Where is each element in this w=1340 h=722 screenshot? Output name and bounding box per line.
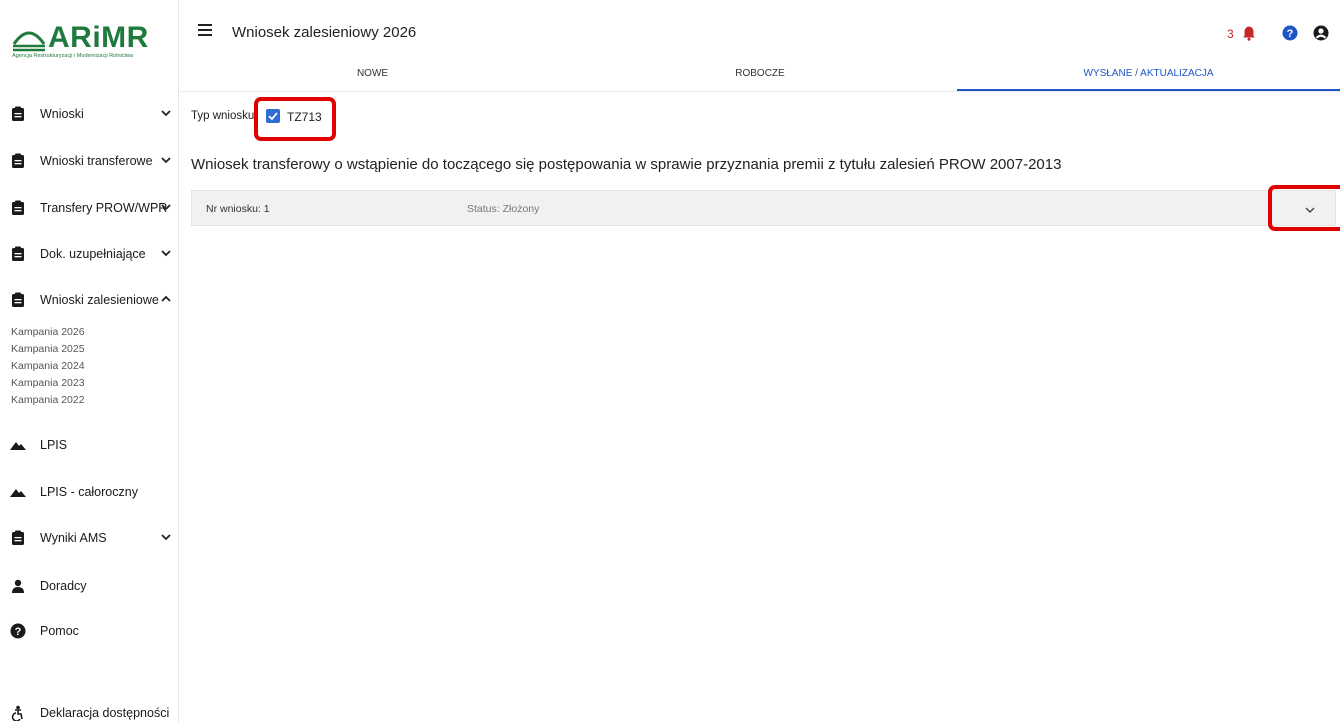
sidebar-subitem-kampania-2025[interactable]: Kampania 2025 (11, 343, 85, 355)
chevron-down-icon (161, 110, 171, 117)
sidebar-item-pomoc[interactable]: ? Pomoc (0, 620, 179, 642)
svg-text:?: ? (15, 626, 22, 638)
sidebar-item-label: Transfery PROW/WPR (40, 201, 168, 215)
clipboard-icon (12, 530, 24, 545)
sidebar-subitem-kampania-2024[interactable]: Kampania 2024 (11, 360, 85, 372)
menu-toggle-button[interactable] (198, 24, 212, 36)
sidebar-item-label: Wnioski zalesieniowe (40, 293, 159, 307)
accessibility-icon (11, 705, 23, 721)
mountain-icon (10, 489, 26, 497)
sidebar-item-label: Deklaracja dostępności (40, 706, 170, 720)
sidebar-item-label: Dok. uzupełniające (40, 247, 146, 261)
sidebar-item-label: Pomoc (40, 624, 79, 638)
highlight-box-expand (1268, 185, 1340, 231)
notification-count: 3 (1227, 27, 1234, 41)
chevron-down-icon (161, 250, 171, 257)
sidebar-item-dok-uzupelniajace[interactable]: Dok. uzupełniające (0, 243, 179, 265)
sidebar-item-label: Doradcy (40, 579, 87, 593)
logo-subtitle: Agencja Restrukturyzacji i Modernizacji … (12, 53, 134, 59)
tab-nowe[interactable]: NOWE (180, 68, 565, 79)
tab-wyslane-aktualizacja[interactable]: WYSŁANE / AKTUALIZACJA (957, 68, 1340, 79)
sidebar-subitem-kampania-2026[interactable]: Kampania 2026 (11, 326, 85, 338)
svg-text:?: ? (1287, 28, 1294, 40)
sidebar-item-wnioski-transferowe[interactable]: Wnioski transferowe (0, 150, 179, 172)
filter-label: Typ wniosku (191, 110, 255, 122)
sidebar: ARiMR Agencja Restrukturyzacji i Moderni… (0, 0, 179, 722)
chevron-down-icon (161, 157, 171, 164)
sidebar-item-label: Wnioski transferowe (40, 154, 153, 168)
sidebar-item-wnioski[interactable]: Wnioski (0, 103, 179, 125)
clipboard-icon (12, 246, 24, 261)
chevron-down-icon (161, 204, 171, 211)
chevron-down-icon (161, 534, 171, 541)
clipboard-icon (12, 153, 24, 168)
highlight-box-checkbox (254, 97, 336, 141)
account-icon[interactable] (1313, 25, 1329, 41)
sidebar-item-label: LPIS - całoroczny (40, 485, 138, 499)
sidebar-item-label: Wyniki AMS (40, 531, 107, 545)
person-icon (12, 579, 24, 593)
chevron-up-icon (161, 295, 171, 302)
logo-emblem-icon (12, 31, 46, 52)
sidebar-item-lpis-caloroczny[interactable]: LPIS - całoroczny (0, 481, 179, 503)
sidebar-item-label: LPIS (40, 438, 68, 452)
arimr-logo[interactable]: ARiMR Agencja Restrukturyzacji i Moderni… (12, 22, 172, 62)
application-status: Status: Złożony (467, 203, 540, 215)
tab-bar: NOWE ROBOCZE WYSŁANE / AKTUALIZACJA (180, 64, 1340, 92)
application-panel[interactable]: Nr wniosku: 1 Status: Złożony (191, 190, 1336, 226)
section-title: Wniosek transferowy o wstąpienie do tocz… (191, 156, 1062, 173)
help-circle-icon[interactable]: ? (1282, 25, 1298, 41)
mountain-icon (10, 442, 26, 450)
page-title: Wniosek zalesieniowy 2026 (232, 24, 417, 41)
sidebar-item-transfery-prow[interactable]: Transfery PROW/WPR (0, 197, 179, 219)
sidebar-item-wnioski-zalesieniowe[interactable]: Wnioski zalesieniowe (0, 289, 179, 311)
sidebar-item-label: Wnioski (40, 107, 84, 121)
sidebar-subitem-kampania-2022[interactable]: Kampania 2022 (11, 394, 85, 406)
sidebar-item-doradcy[interactable]: Doradcy (0, 575, 179, 597)
clipboard-icon (12, 106, 24, 121)
logo-wordmark: ARiMR (48, 21, 149, 54)
active-tab-indicator (957, 89, 1340, 91)
clipboard-icon (12, 200, 24, 215)
tab-robocze[interactable]: ROBOCZE (565, 68, 955, 79)
sidebar-subitem-kampania-2023[interactable]: Kampania 2023 (11, 377, 85, 389)
sidebar-item-lpis[interactable]: LPIS (0, 434, 179, 456)
application-number: Nr wniosku: 1 (206, 203, 270, 215)
clipboard-icon (12, 292, 24, 307)
help-icon: ? (10, 623, 26, 639)
sidebar-item-wyniki-ams[interactable]: Wyniki AMS (0, 527, 179, 549)
sidebar-item-deklaracja[interactable]: Deklaracja dostępności (0, 702, 179, 722)
bell-icon[interactable] (1241, 25, 1257, 41)
